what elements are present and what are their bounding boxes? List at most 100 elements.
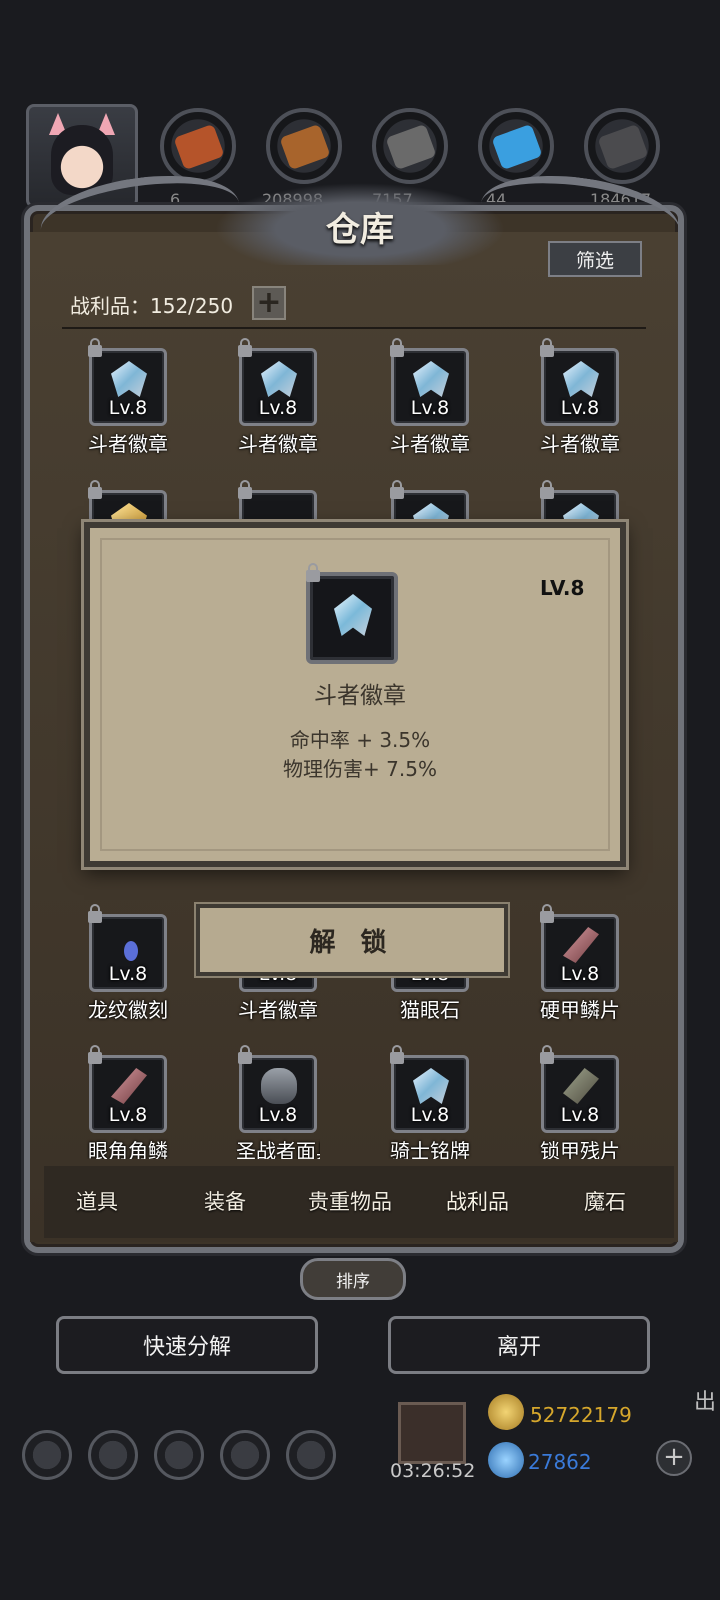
crystal-icon[interactable] xyxy=(478,108,554,184)
armor-shard-icon xyxy=(563,1068,599,1104)
item-frame: Lv.8 xyxy=(390,338,469,426)
lock-icon xyxy=(88,338,102,357)
item-name: 眼角角鳞 xyxy=(88,1139,168,1159)
knight-plate-icon xyxy=(413,1068,449,1104)
lock-icon xyxy=(390,480,404,499)
lock-icon xyxy=(306,563,320,582)
popup-stat-hit-rate: 命中率 + 3.5% xyxy=(289,728,431,752)
lock-icon xyxy=(238,1045,252,1064)
grid-item[interactable]: Lv.8 锁甲残片 xyxy=(538,1045,622,1159)
item-name: 锁甲残片 xyxy=(540,1139,620,1159)
diamond-amount: 27862 xyxy=(528,1450,592,1474)
leave-button[interactable]: 离开 xyxy=(388,1316,650,1374)
loot-capacity: 战利品：152/250 xyxy=(70,294,234,318)
lock-icon xyxy=(540,338,554,357)
mail-icon[interactable] xyxy=(220,1430,270,1480)
lock-icon xyxy=(390,338,404,357)
item-frame: Lv.8 xyxy=(238,338,317,426)
pendant-icon xyxy=(124,941,138,961)
item-level: Lv.8 xyxy=(560,1104,600,1126)
star-icon[interactable] xyxy=(88,1430,138,1480)
wood-icon[interactable] xyxy=(266,108,342,184)
scale-icon xyxy=(111,1068,147,1104)
fighter-badge-icon xyxy=(563,361,599,397)
unlock-button[interactable]: 解 锁 xyxy=(196,904,508,976)
grid-item[interactable]: Lv.8 斗者徽章 xyxy=(538,338,622,457)
iron-icon[interactable] xyxy=(372,108,448,184)
popup-stat-physical-damage: 物理伤害+ 7.5% xyxy=(283,757,437,781)
item-name: 斗者徽章 xyxy=(540,432,620,456)
lock-icon xyxy=(88,1045,102,1064)
item-frame: Lv.8 xyxy=(390,1045,469,1133)
tab-equipment[interactable]: 装备 xyxy=(204,1186,246,1216)
fighter-badge-icon xyxy=(261,361,297,397)
item-frame: Lv.8 xyxy=(540,1045,619,1133)
item-level: Lv.8 xyxy=(560,963,600,985)
item-name: 斗者徽章 xyxy=(390,432,470,456)
lock-icon xyxy=(88,904,102,923)
item-name: 斗者徽章 xyxy=(238,998,318,1022)
item-name: 龙纹徽刻 xyxy=(88,998,168,1022)
tab-loot[interactable]: 战利品 xyxy=(446,1186,509,1216)
gold-coin-icon xyxy=(488,1394,524,1430)
grid-item[interactable]: Lv.8 龙纹徽刻 xyxy=(86,904,170,1023)
grid-item[interactable]: Lv.8 骑士铭牌 xyxy=(388,1045,472,1159)
grid-item[interactable]: Lv.8 斗者徽章 xyxy=(86,338,170,457)
filter-button[interactable]: 筛选 xyxy=(548,241,642,277)
meat-icon[interactable] xyxy=(160,108,236,184)
popup-item-icon xyxy=(306,563,398,664)
lock-icon xyxy=(238,338,252,357)
grid-item[interactable]: Lv.8 斗者徽章 xyxy=(388,338,472,457)
grid-item[interactable]: Lv.8 圣战者面具 xyxy=(236,1045,320,1159)
ranking-icon[interactable] xyxy=(154,1430,204,1480)
item-frame: Lv.8 xyxy=(88,338,167,426)
lock-icon xyxy=(540,1045,554,1064)
guild-icon[interactable] xyxy=(286,1430,336,1480)
item-level: Lv.8 xyxy=(410,1104,450,1126)
lock-icon xyxy=(540,904,554,923)
item-level: Lv.8 xyxy=(108,1104,148,1126)
item-name: 猫眼石 xyxy=(400,998,460,1022)
item-level: Lv.8 xyxy=(560,397,600,419)
item-frame: Lv.8 xyxy=(540,904,619,992)
grid-item[interactable]: Lv.8 硬甲鳞片 xyxy=(538,904,622,1023)
item-name: 斗者徽章 xyxy=(238,432,318,456)
expand-capacity-button[interactable]: + xyxy=(252,286,286,320)
diamond-icon xyxy=(488,1442,524,1478)
scale-icon xyxy=(563,927,599,963)
gift-timer: 03:26:52 xyxy=(390,1460,476,1482)
item-frame: Lv.8 xyxy=(238,1045,317,1133)
edge-label: 出 xyxy=(694,1390,717,1415)
gift-icon[interactable] xyxy=(398,1402,466,1464)
item-name: 骑士铭牌 xyxy=(390,1139,470,1159)
fighter-badge-icon xyxy=(334,594,372,636)
grid-item[interactable]: Lv.8 眼角角鳞 xyxy=(86,1045,170,1159)
tab-magic-stone[interactable]: 魔石 xyxy=(584,1186,626,1216)
item-name: 圣战者面具 xyxy=(236,1139,320,1159)
item-frame: Lv.8 xyxy=(540,338,619,426)
lock-icon xyxy=(540,480,554,499)
fighter-badge-icon xyxy=(111,361,147,397)
settings-icon[interactable] xyxy=(22,1430,72,1480)
item-level: Lv.8 xyxy=(108,963,148,985)
item-name: 硬甲鳞片 xyxy=(540,998,620,1022)
tab-items[interactable]: 道具 xyxy=(76,1186,118,1216)
fighter-badge-icon xyxy=(413,361,449,397)
grid-item[interactable]: Lv.8 斗者徽章 xyxy=(236,338,320,457)
item-name: 斗者徽章 xyxy=(88,432,168,456)
quick-decompose-button[interactable]: 快速分解 xyxy=(56,1316,318,1374)
tab-valuables[interactable]: 贵重物品 xyxy=(308,1186,392,1216)
lock-icon xyxy=(88,480,102,499)
item-level: Lv.8 xyxy=(258,397,298,419)
divider xyxy=(62,327,646,329)
item-level: Lv.8 xyxy=(410,397,450,419)
popup-item-level: LV.8 xyxy=(540,576,585,600)
popup-item-name: 斗者徽章 xyxy=(314,683,406,709)
item-frame: Lv.8 xyxy=(88,1045,167,1133)
add-currency-button[interactable]: + xyxy=(656,1440,692,1476)
stone-icon[interactable] xyxy=(584,108,660,184)
lock-icon xyxy=(390,1045,404,1064)
item-level: Lv.8 xyxy=(108,397,148,419)
gold-amount: 52722179 xyxy=(530,1403,632,1427)
sort-button[interactable]: 排序 xyxy=(300,1258,406,1300)
